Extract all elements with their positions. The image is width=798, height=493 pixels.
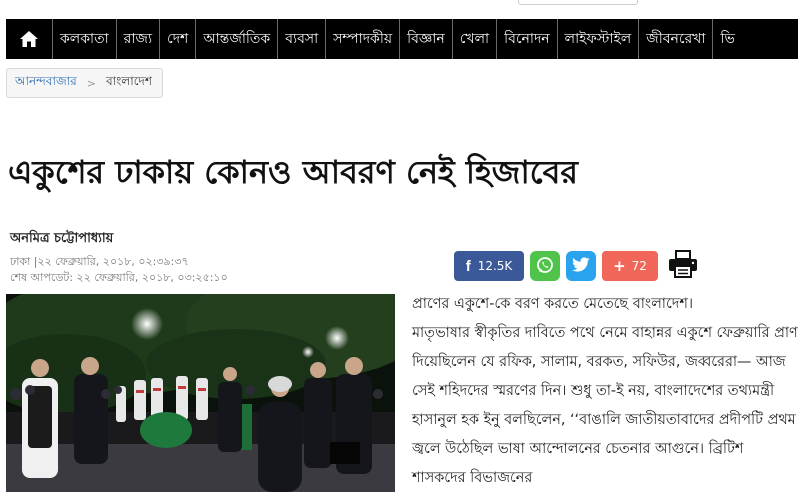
nav-item-jibonrekha[interactable]: জীবনরেখা <box>639 19 714 59</box>
share-bar: f 12.5K + 72 <box>454 250 700 282</box>
nav-item-lifestyle[interactable]: লাইফস্টাইল <box>558 19 640 59</box>
nav-home-button[interactable] <box>6 19 53 59</box>
article-paragraph: মাতৃভাষার স্বীকৃতির দাবিতে পথে নেমে বাহা… <box>412 325 798 486</box>
breadcrumb: আনন্দবাজার > বাংলাদেশ <box>6 68 163 98</box>
article-photo[interactable] <box>6 294 395 492</box>
nav-item-entertainment[interactable]: বিনোদন <box>497 19 558 59</box>
nav-item-international[interactable]: আন্তর্জাতিক <box>196 19 279 59</box>
twitter-share-button[interactable] <box>566 251 596 281</box>
main-nav: কলকাতা রাজ্য দেশ আন্তর্জাতিক ব্যবসা সম্প… <box>6 19 798 59</box>
breadcrumb-separator: > <box>86 76 96 90</box>
twitter-icon <box>572 257 590 275</box>
nav-item-business[interactable]: ব্যবসা <box>278 19 327 59</box>
whatsapp-share-button[interactable] <box>530 251 560 281</box>
nav-item-sports[interactable]: খেলা <box>453 19 498 59</box>
updated-date: শেষ আপডেট: ২২ ফেব্রুয়ারি, ২০১৮, ০৩:২৫:১… <box>10 271 228 284</box>
whatsapp-icon <box>536 256 554 277</box>
nav-item-desh[interactable]: দেশ <box>160 19 197 59</box>
dateline: ঢাকা |২২ ফেব্রুয়ারি, ২০১৮, ০২:৩৯:৩৭ শেষ… <box>10 254 228 286</box>
top-strip <box>0 0 798 19</box>
facebook-share-count: 12.5K <box>477 259 513 273</box>
article-body: প্রাণের একুশে-কে বরণ করতে মেতেছে বাংলাদে… <box>412 290 798 493</box>
print-icon <box>668 250 698 282</box>
more-share-button[interactable]: + 72 <box>602 251 658 281</box>
nav-item-science[interactable]: বিজ্ঞান <box>400 19 453 59</box>
article-headline: একুশের ঢাকায় কোনও আবরণ নেই হিজাবের <box>8 153 578 191</box>
share-plus-icon: + <box>613 257 626 275</box>
print-button[interactable] <box>666 250 700 282</box>
publish-date: ঢাকা |২২ ফেব্রুয়ারি, ২০১৮, ০২:৩৯:৩৭ <box>10 255 189 268</box>
nav-item-kolkata[interactable]: কলকাতা <box>53 19 117 59</box>
nav-item-video[interactable]: ভি <box>713 19 741 59</box>
facebook-share-button[interactable]: f 12.5K <box>454 251 524 281</box>
more-share-count: 72 <box>631 259 647 273</box>
nav-item-rajya[interactable]: রাজ্য <box>117 19 161 59</box>
home-icon <box>19 30 39 48</box>
article-paragraph: প্রাণের একুশে-কে বরণ করতে মেতেছে বাংলাদে… <box>412 296 693 312</box>
facebook-icon: f <box>465 257 471 275</box>
nav-item-editorial[interactable]: সম্পাদকীয় <box>326 19 401 59</box>
author-name[interactable]: অনমিত্র চট্টোপাধ্যায় <box>10 229 113 250</box>
search-box-edge[interactable] <box>518 0 638 5</box>
breadcrumb-home-link[interactable]: আনন্দবাজার <box>15 73 77 93</box>
breadcrumb-current: বাংলাদেশ <box>105 74 152 88</box>
